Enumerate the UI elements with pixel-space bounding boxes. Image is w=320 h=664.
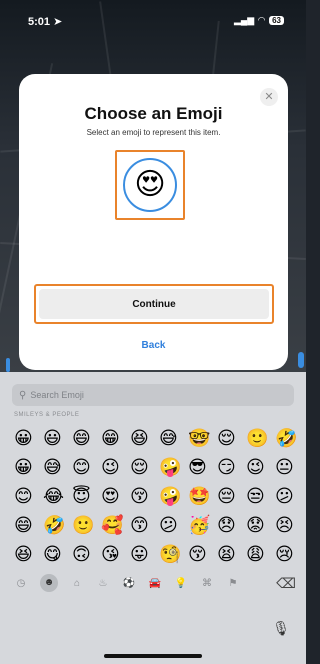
emoji-key[interactable]: 🤣 — [275, 424, 304, 453]
emoji-key[interactable]: 🧐 — [159, 540, 188, 569]
status-bar: 5:01 ➤ ▂▄▆ ◠ 63 — [0, 0, 306, 40]
emoji-key[interactable]: 🤩 — [188, 482, 217, 511]
emoji-key[interactable]: 😀 — [14, 453, 43, 482]
emoji-key[interactable]: 😀 — [14, 424, 43, 453]
emoji-key[interactable]: 😚 — [130, 482, 159, 511]
emoji-key[interactable]: 🤪 — [159, 453, 188, 482]
objects-icon[interactable]: 💡 — [174, 578, 188, 589]
emoji-key[interactable]: 😌 — [130, 453, 159, 482]
choose-emoji-dialog: ✕ Choose an Emoji Select an emoji to rep… — [19, 74, 288, 370]
emoji-key[interactable]: 😃 — [43, 424, 72, 453]
category-bar: ◷ ☻ ⌂ ♨ ⚽ 🚘 💡 ⌘ ⚑ — [14, 572, 296, 594]
emoji-key[interactable]: 😘 — [101, 540, 130, 569]
home-indicator — [104, 654, 202, 658]
emoji-key[interactable]: 😌 — [217, 424, 246, 453]
emoji-key[interactable]: 😟 — [246, 511, 275, 540]
emoji-key[interactable]: 😊 — [72, 453, 101, 482]
emoji-key[interactable]: 🙂 — [246, 424, 275, 453]
symbols-icon[interactable]: ⌘ — [200, 578, 214, 589]
travel-icon[interactable]: 🚘 — [148, 578, 162, 589]
emoji-key[interactable]: 😕 — [159, 511, 188, 540]
signal-icon: ▂▄▆ — [233, 15, 255, 25]
dialog-title: Choose an Emoji — [84, 104, 223, 123]
battery-icon: 63 — [269, 16, 284, 25]
emoji-key[interactable]: 😅 — [43, 453, 72, 482]
accent-marker-left — [6, 358, 10, 372]
recent-icon[interactable]: ◷ — [14, 578, 28, 589]
continue-button[interactable]: Continue — [39, 289, 269, 319]
emoji-key[interactable]: 😐 — [275, 453, 304, 482]
selected-emoji-highlight: 😍 — [115, 150, 185, 220]
search-placeholder: Search Emoji — [30, 390, 84, 400]
back-button[interactable]: Back — [19, 340, 288, 351]
emoji-key[interactable]: 😢 — [275, 540, 304, 569]
emoji-key[interactable]: 🙃 — [72, 540, 101, 569]
status-time: 5:01 ➤ — [28, 16, 63, 28]
emoji-key[interactable]: 😁 — [101, 424, 130, 453]
emoji-grid: 😀 😃 😄 😁 😆 😅 🤓 😌 🙂 🤣 😀 😅 😊 😉 😌 🤪 😎 😏 😉 😐 😊 😂 😇 😍 😚 🤪 🤩 😔 😒 😕 😄 🤣 🙂 🥰 😙 😕 🥳 😞 😟 😣… — [14, 424, 306, 569]
selected-emoji: 😍 — [134, 168, 166, 201]
emoji-key[interactable]: 😣 — [275, 511, 304, 540]
emoji-key[interactable]: 🤪 — [159, 482, 188, 511]
selected-emoji-button[interactable]: 😍 — [123, 158, 177, 212]
emoji-key[interactable]: 😆 — [14, 540, 43, 569]
emoji-key[interactable]: 😉 — [101, 453, 130, 482]
emoji-key[interactable]: 😇 — [72, 482, 101, 511]
status-icons: ▂▄▆ ◠ 63 — [234, 15, 284, 26]
emoji-key[interactable]: 😎 — [188, 453, 217, 482]
animal-icon[interactable]: ⌂ — [70, 578, 84, 589]
emoji-key[interactable]: 😙 — [130, 511, 159, 540]
microphone-icon[interactable]: 🎙 — [272, 620, 290, 637]
emoji-keyboard: ⚲ Search Emoji SMILEYS & PEOPLE 😀 😃 😄 😁 😆 😅 🤓 😌… — [0, 372, 306, 664]
emoji-key[interactable]: 😄 — [14, 511, 43, 540]
emoji-key[interactable]: 😒 — [246, 482, 275, 511]
wifi-icon: ◠ — [258, 15, 266, 25]
continue-highlight: Continue — [34, 284, 274, 324]
search-emoji-input[interactable]: ⚲ Search Emoji — [12, 384, 294, 406]
emoji-key[interactable]: 😕 — [275, 482, 304, 511]
dialog-subtitle: Select an emoji to represent this item. — [86, 128, 221, 137]
emoji-key[interactable]: 🤣 — [43, 511, 72, 540]
emoji-key[interactable]: 😋 — [43, 540, 72, 569]
emoji-key[interactable]: 😫 — [217, 540, 246, 569]
emoji-key[interactable]: 😚 — [188, 540, 217, 569]
emoji-key[interactable]: 😆 — [130, 424, 159, 453]
emoji-key[interactable]: 😛 — [130, 540, 159, 569]
emoji-key[interactable]: 😔 — [217, 482, 246, 511]
emoji-key[interactable]: 😄 — [72, 424, 101, 453]
sports-icon[interactable]: ⚽ — [122, 578, 136, 589]
accent-marker-right — [298, 352, 304, 368]
food-icon[interactable]: ♨ — [96, 578, 110, 589]
category-label: SMILEYS & PEOPLE — [14, 412, 80, 418]
search-icon: ⚲ — [19, 389, 27, 401]
emoji-key[interactable]: 😂 — [43, 482, 72, 511]
emoji-key[interactable]: 🙂 — [72, 511, 101, 540]
emoji-key[interactable]: 🤓 — [188, 424, 217, 453]
emoji-key[interactable]: 😏 — [217, 453, 246, 482]
emoji-key[interactable]: 🥰 — [101, 511, 130, 540]
emoji-key[interactable]: 😉 — [246, 453, 275, 482]
emoji-key[interactable]: 😩 — [246, 540, 275, 569]
emoji-key[interactable]: 😍 — [101, 482, 130, 511]
delete-key-icon[interactable]: ⌫ — [276, 572, 296, 594]
emoji-key[interactable]: 😅 — [159, 424, 188, 453]
location-arrow-icon: ➤ — [53, 16, 63, 28]
flags-icon[interactable]: ⚑ — [226, 578, 240, 589]
emoji-key[interactable]: 😞 — [217, 511, 246, 540]
smiley-icon[interactable]: ☻ — [40, 574, 58, 592]
emoji-key[interactable]: 😊 — [14, 482, 43, 511]
emoji-key[interactable]: 🥳 — [188, 511, 217, 540]
